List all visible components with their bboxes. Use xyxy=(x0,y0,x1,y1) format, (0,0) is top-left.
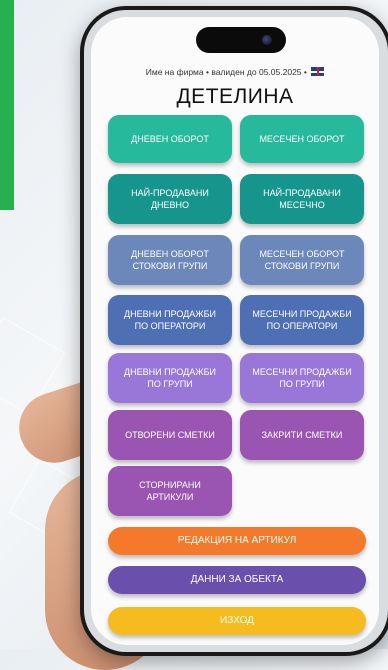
app-screen: Име на фирма • валиден до 05.05.2025 • Д… xyxy=(91,17,379,645)
daily-sales-by-operator-button[interactable]: ДНЕВНИ ПРОДАЖБИ ПО ОПЕРАТОРИ xyxy=(108,295,232,345)
exit-button[interactable]: ИЗХОД xyxy=(108,607,366,635)
monthly-turnover-button[interactable]: МЕСЕЧЕН ОБОРОТ xyxy=(240,115,364,163)
daily-turnover-button[interactable]: ДНЕВЕН ОБОРОТ xyxy=(108,115,232,163)
camera-icon xyxy=(262,35,272,45)
monthly-groups-turnover-button[interactable]: МЕСЕЧЕН ОБОРОТ СТОКОВИ ГРУПИ xyxy=(240,235,364,285)
phone-device: Име на фирма • валиден до 05.05.2025 • Д… xyxy=(80,6,388,656)
brand-green-block xyxy=(0,0,14,210)
edit-item-button[interactable]: РЕДАКЦИЯ НА АРТИКУЛ xyxy=(108,527,366,555)
open-bills-button[interactable]: ОТВОРЕНИ СМЕТКИ xyxy=(108,410,232,460)
uk-flag-icon[interactable] xyxy=(311,67,325,76)
daily-sales-by-group-button[interactable]: ДНЕВНИ ПРОДАЖБИ ПО ГРУПИ xyxy=(108,353,232,403)
monthly-sales-by-operator-button[interactable]: МЕСЕЧНИ ПРОДАЖБИ ПО ОПЕРАТОРИ xyxy=(240,295,364,345)
top-sellers-daily-button[interactable]: НАЙ-ПРОДАВАНИ ДНЕВНО xyxy=(108,174,232,224)
closed-bills-button[interactable]: ЗАКРИТИ СМЕТКИ xyxy=(240,410,364,460)
site-data-button[interactable]: ДАННИ ЗА ОБЕКТА xyxy=(108,566,366,594)
company-validity-line: Име на фирма • валиден до 05.05.2025 • xyxy=(91,67,379,77)
daily-groups-turnover-button[interactable]: ДНЕВЕН ОБОРОТ СТОКОВИ ГРУПИ xyxy=(108,235,232,285)
page-title: ДЕТЕЛИНА xyxy=(176,85,294,108)
monthly-sales-by-group-button[interactable]: МЕСЕЧНИ ПРОДАЖБИ ПО ГРУПИ xyxy=(240,353,364,403)
top-sellers-monthly-button[interactable]: НАЙ-ПРОДАВАНИ МЕСЕЧНО xyxy=(240,174,364,224)
voided-items-button[interactable]: СТОРНИРАНИ АРТИКУЛИ xyxy=(108,466,232,516)
company-validity-text: Име на фирма • валиден до 05.05.2025 • xyxy=(145,67,307,77)
dynamic-island xyxy=(196,27,286,53)
